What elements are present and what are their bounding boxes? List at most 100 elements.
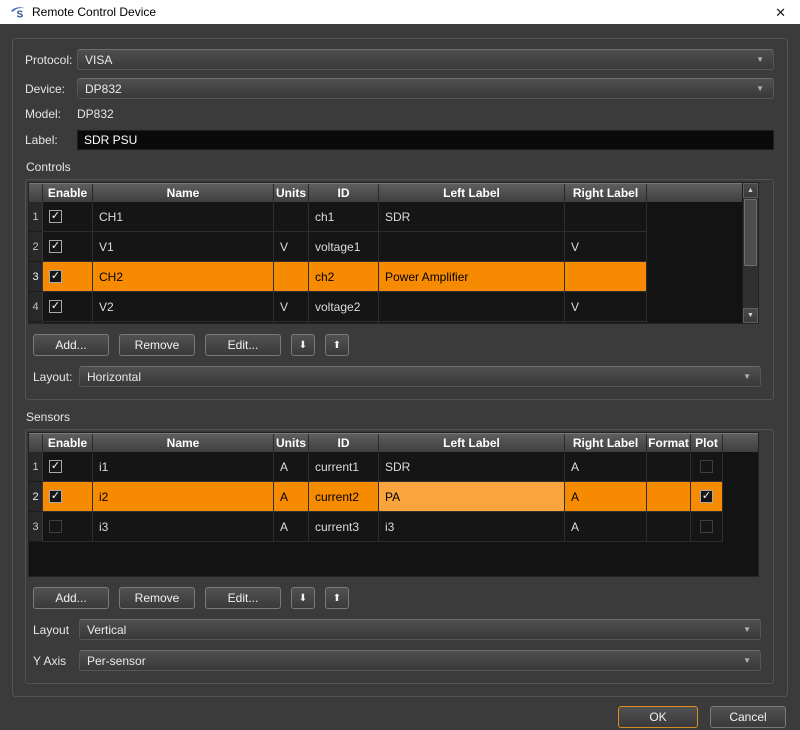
sensors-cell-plot[interactable]: ✓ xyxy=(691,482,723,512)
sensors-column-header[interactable]: ID xyxy=(309,434,379,452)
sensors-table-row[interactable]: 2✓i2Acurrent2PAA✓ xyxy=(29,482,758,512)
plot-checkbox[interactable] xyxy=(700,520,713,533)
controls-add-button[interactable]: Add... xyxy=(33,334,109,356)
controls-cell-enable[interactable]: ✓ xyxy=(43,292,93,322)
sensors-cell-right_label[interactable]: A xyxy=(565,512,647,542)
sensors-column-header[interactable]: Name xyxy=(93,434,274,452)
scrollbar-thumb[interactable] xyxy=(744,199,757,266)
sensors-cell-format[interactable] xyxy=(647,452,691,482)
controls-cell-enable[interactable]: ✓ xyxy=(43,232,93,262)
sensors-cell-plot[interactable] xyxy=(691,452,723,482)
sensors-cell-id[interactable]: current1 xyxy=(309,452,379,482)
sensors-cell-format[interactable] xyxy=(647,512,691,542)
enable-checkbox[interactable]: ✓ xyxy=(49,270,62,283)
protocol-select[interactable]: VISA ▼ xyxy=(77,49,774,70)
controls-cell-name[interactable]: CH1 xyxy=(93,202,274,232)
controls-remove-button[interactable]: Remove xyxy=(119,334,195,356)
sensors-cell-right_label[interactable]: A xyxy=(565,452,647,482)
controls-cell-name[interactable]: CH2 xyxy=(93,262,274,292)
controls-table-row[interactable]: 2✓V1Vvoltage1V xyxy=(29,232,742,262)
plot-checkbox[interactable]: ✓ xyxy=(700,490,713,503)
controls-cell-left_label[interactable] xyxy=(379,292,565,322)
controls-layout-select[interactable]: Horizontal ▼ xyxy=(79,366,761,387)
device-select[interactable]: DP832 ▼ xyxy=(77,78,774,99)
sensors-cell-id[interactable]: current2 xyxy=(309,482,379,512)
controls-cell-id[interactable]: voltage2 xyxy=(309,292,379,322)
controls-column-header[interactable]: Units xyxy=(274,184,309,202)
controls-move-up-button[interactable]: ⬆ xyxy=(325,334,349,356)
controls-cell-right_label[interactable] xyxy=(565,262,647,292)
sensors-cell-name[interactable]: i1 xyxy=(93,452,274,482)
controls-cell-name[interactable]: V1 xyxy=(93,232,274,262)
sensors-add-button[interactable]: Add... xyxy=(33,587,109,609)
controls-cell-right_label[interactable]: V xyxy=(565,232,647,262)
controls-cell-right_label[interactable] xyxy=(565,202,647,232)
row-number[interactable]: 2 xyxy=(29,482,43,512)
row-number[interactable]: 2 xyxy=(29,232,43,262)
controls-cell-units[interactable] xyxy=(274,202,309,232)
row-number[interactable]: 1 xyxy=(29,452,43,482)
controls-table-row[interactable]: 3 ✓ CH2 ch2Power Amplifier xyxy=(29,262,742,292)
enable-checkbox[interactable]: ✓ xyxy=(49,490,62,503)
controls-cell-id[interactable]: ch2 xyxy=(309,262,379,292)
sensors-cell-id[interactable]: current3 xyxy=(309,512,379,542)
close-button[interactable]: ✕ xyxy=(771,4,790,21)
controls-column-header[interactable]: Name xyxy=(93,184,274,202)
sensors-cell-name[interactable]: i3 xyxy=(93,512,274,542)
sensors-cell-left_label[interactable]: PA xyxy=(379,482,565,512)
controls-cell-left_label[interactable] xyxy=(379,232,565,262)
sensors-cell-enable[interactable] xyxy=(43,512,93,542)
sensors-cell-right_label[interactable]: A xyxy=(565,482,647,512)
sensors-cell-name[interactable]: i2 xyxy=(93,482,274,512)
controls-cell-left_label[interactable]: Power Amplifier xyxy=(379,262,565,292)
controls-table-row[interactable]: 4✓V2Vvoltage2V xyxy=(29,292,742,322)
sensors-column-header[interactable]: Enable xyxy=(43,434,93,452)
sensors-cell-enable[interactable]: ✓ xyxy=(43,482,93,512)
sensors-yaxis-select[interactable]: Per-sensor ▼ xyxy=(79,650,761,671)
ok-button[interactable]: OK xyxy=(618,706,698,728)
sensors-column-header[interactable]: Format xyxy=(647,434,691,452)
controls-cell-units[interactable]: V xyxy=(274,292,309,322)
row-number[interactable]: 1 xyxy=(29,202,43,232)
sensors-edit-button[interactable]: Edit... xyxy=(205,587,281,609)
controls-column-header[interactable]: Enable xyxy=(43,184,93,202)
plot-checkbox[interactable] xyxy=(700,460,713,473)
controls-table-row[interactable]: 1✓CH1 ch1SDR xyxy=(29,202,742,232)
sensors-table[interactable]: EnableNameUnitsIDLeft LabelRight LabelFo… xyxy=(28,432,759,577)
sensors-cell-units[interactable]: A xyxy=(274,482,309,512)
controls-cell-id[interactable]: voltage1 xyxy=(309,232,379,262)
sensors-column-header[interactable]: Plot xyxy=(691,434,723,452)
enable-checkbox[interactable]: ✓ xyxy=(49,240,62,253)
sensors-cell-plot[interactable] xyxy=(691,512,723,542)
sensors-column-header[interactable]: Units xyxy=(274,434,309,452)
controls-column-header[interactable]: ID xyxy=(309,184,379,202)
scrollbar-up-button[interactable]: ▲ xyxy=(743,183,758,198)
controls-scrollbar[interactable]: ▲ ▼ xyxy=(742,183,758,323)
controls-move-down-button[interactable]: ⬇ xyxy=(291,334,315,356)
cancel-button[interactable]: Cancel xyxy=(710,706,786,728)
sensors-cell-format[interactable] xyxy=(647,482,691,512)
controls-cell-enable[interactable]: ✓ xyxy=(43,262,93,292)
sensors-move-up-button[interactable]: ⬆ xyxy=(325,587,349,609)
controls-column-header[interactable]: Right Label xyxy=(565,184,647,202)
controls-table[interactable]: EnableNameUnitsIDLeft LabelRight Label1✓… xyxy=(28,182,759,324)
sensors-column-header[interactable]: Right Label xyxy=(565,434,647,452)
row-number[interactable]: 3 xyxy=(29,512,43,542)
controls-cell-units[interactable] xyxy=(274,262,309,292)
enable-checkbox[interactable] xyxy=(49,520,62,533)
controls-cell-enable[interactable]: ✓ xyxy=(43,202,93,232)
enable-checkbox[interactable]: ✓ xyxy=(49,460,62,473)
scrollbar-down-button[interactable]: ▼ xyxy=(743,308,758,323)
sensors-cell-enable[interactable]: ✓ xyxy=(43,452,93,482)
sensors-cell-units[interactable]: A xyxy=(274,512,309,542)
controls-cell-left_label[interactable]: SDR xyxy=(379,202,565,232)
sensors-column-header[interactable]: Left Label xyxy=(379,434,565,452)
sensors-cell-left_label[interactable]: i3 xyxy=(379,512,565,542)
controls-cell-units[interactable]: V xyxy=(274,232,309,262)
sensors-layout-select[interactable]: Vertical ▼ xyxy=(79,619,761,640)
row-number[interactable]: 3 xyxy=(29,262,43,292)
controls-cell-id[interactable]: ch1 xyxy=(309,202,379,232)
scrollbar-track[interactable] xyxy=(744,199,757,307)
sensors-table-row[interactable]: 1✓i1Acurrent1SDRA xyxy=(29,452,758,482)
sensors-move-down-button[interactable]: ⬇ xyxy=(291,587,315,609)
